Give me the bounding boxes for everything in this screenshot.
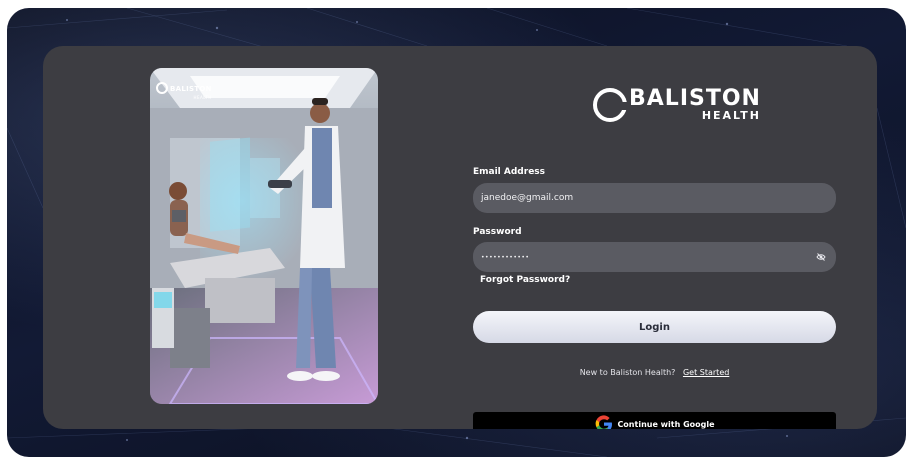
email-label: Email Address [473,167,546,177]
login-button[interactable]: Login [473,311,836,343]
hero-image: BALISTON HEALTH [150,68,378,404]
password-field[interactable]: •••••••••••• [473,242,836,272]
signup-prompt: New to Baliston Health? Get Started [473,368,836,377]
brand-sub: HEALTH [701,109,761,122]
brand-name: BALISTON [629,86,761,111]
get-started-link[interactable]: Get Started [683,368,729,377]
email-field[interactable]: janedoe@gmail.com [473,183,836,213]
forgot-password-link[interactable]: Forgot Password? [480,275,570,285]
google-icon [596,415,613,429]
password-label: Password [473,227,522,237]
email-value: janedoe@gmail.com [481,193,574,203]
brand-logo: BALISTON HEALTH [593,83,761,127]
hero-logo-ring-icon [156,82,168,94]
hero-logo-name: BALISTON [170,85,212,93]
login-card: BALISTON HEALTH BALISTON HEALTH Email Ad… [43,46,877,429]
password-value: •••••••••••• [481,253,530,261]
brand-logo-ring-icon [593,88,629,122]
google-button-label: Continue with Google [617,419,715,429]
continue-with-google-button[interactable]: Continue with Google [473,412,836,429]
app-background: BALISTON HEALTH BALISTON HEALTH Email Ad… [7,8,906,457]
eye-off-icon[interactable] [816,252,826,262]
signup-prompt-text: New to Baliston Health? [579,368,676,377]
hero-logo-sub: HEALTH [193,95,212,100]
hero-logo: BALISTON HEALTH [156,76,212,100]
